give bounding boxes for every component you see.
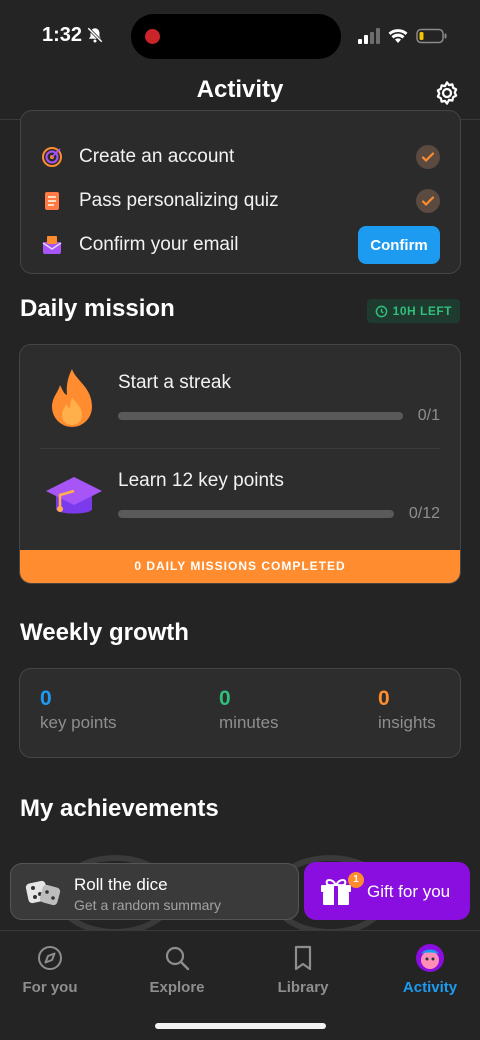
daily-missions-card: Start a streak 0/1 Learn 12 key points 0… — [19, 344, 461, 584]
checklist-item-confirm-email: Confirm your email Confirm — [21, 223, 460, 267]
stat-label: insights — [378, 713, 436, 732]
tab-label: For you — [22, 979, 78, 996]
flame-icon — [52, 369, 92, 427]
tab-library[interactable]: Library — [253, 943, 353, 996]
dice-title: Roll the dice — [74, 875, 168, 894]
checklist-label: Create an account — [79, 146, 235, 167]
onboarding-checklist: Create an account Pass personalizing qui… — [20, 110, 461, 274]
daily-mission-title: Daily mission — [20, 295, 175, 322]
time-left-badge: 10H LEFT — [366, 299, 460, 323]
tab-activity[interactable]: Activity — [380, 943, 480, 996]
stat-key-points: 0 key points — [40, 687, 117, 733]
stat-label: minutes — [219, 713, 279, 732]
confirm-email-button[interactable]: Confirm — [358, 226, 440, 264]
avatar-icon — [416, 944, 444, 972]
dynamic-island — [131, 14, 341, 59]
stat-label: key points — [40, 713, 117, 732]
stat-value: 0 — [40, 687, 52, 710]
cellular-signal-icon — [358, 28, 380, 44]
mission-progress-count: 0/12 — [408, 505, 440, 522]
wifi-icon — [388, 29, 408, 43]
missions-completed-banner: 0 DAILY MISSIONS COMPLETED — [20, 550, 460, 583]
weekly-growth-title: Weekly growth — [20, 619, 189, 646]
dice-icon — [25, 880, 61, 906]
checklist-label: Confirm your email — [79, 234, 239, 255]
settings-gear-icon[interactable] — [432, 78, 462, 108]
stat-insights: 0 insights — [378, 687, 436, 733]
gift-for-you-button[interactable]: 1 Gift for you — [304, 862, 470, 920]
roll-the-dice-button[interactable]: Roll the dice Get a random summary — [10, 863, 299, 920]
bell-muted-icon — [87, 27, 103, 43]
graduation-cap-icon — [46, 477, 102, 514]
stat-value: 0 — [378, 687, 390, 710]
notepad-icon — [45, 192, 59, 210]
home-indicator — [155, 1023, 326, 1029]
stat-value: 0 — [219, 687, 231, 710]
time-left-text: 10H LEFT — [392, 304, 452, 318]
gift-count-badge: 1 — [348, 872, 364, 888]
checkmark-icon — [416, 145, 440, 169]
mission-progress-bar — [118, 510, 394, 518]
mission-progress-count: 0/1 — [417, 407, 440, 424]
tab-label: Library — [277, 979, 329, 996]
mission-progress-bar — [118, 412, 403, 420]
recording-indicator — [145, 29, 160, 44]
tab-label: Activity — [402, 979, 458, 996]
bookmark-icon — [294, 945, 312, 971]
checklist-item-create-account: Create an account — [21, 135, 460, 179]
mission-label: Learn 12 key points — [118, 470, 284, 491]
mission-label: Start a streak — [118, 372, 231, 393]
checklist-label: Pass personalizing quiz — [79, 190, 279, 211]
search-icon — [165, 946, 190, 971]
tab-explore[interactable]: Explore — [127, 943, 227, 996]
compass-icon — [38, 946, 62, 970]
status-time: 1:32 — [42, 24, 83, 46]
checkmark-icon — [416, 189, 440, 213]
status-bar: 1:32 — [0, 0, 480, 72]
checklist-item-quiz: Pass personalizing quiz — [21, 179, 460, 223]
envelope-icon — [42, 236, 62, 254]
weekly-growth-card: 0 key points 0 minutes 0 insights — [19, 668, 461, 758]
stat-minutes: 0 minutes — [219, 687, 279, 733]
my-achievements-title: My achievements — [20, 795, 219, 822]
tab-label: Explore — [149, 979, 205, 996]
target-icon — [42, 147, 62, 167]
dice-subtitle: Get a random summary — [74, 897, 222, 913]
battery-low-icon — [416, 28, 447, 44]
clock-icon — [375, 305, 388, 317]
mission-start-streak[interactable]: Start a streak 0/1 — [20, 345, 460, 445]
gift-label: Gift for you — [367, 882, 451, 901]
tab-for-you[interactable]: For you — [0, 943, 100, 996]
mission-learn-key-points[interactable]: Learn 12 key points 0/12 — [20, 449, 460, 549]
page-title: Activity — [196, 76, 284, 103]
